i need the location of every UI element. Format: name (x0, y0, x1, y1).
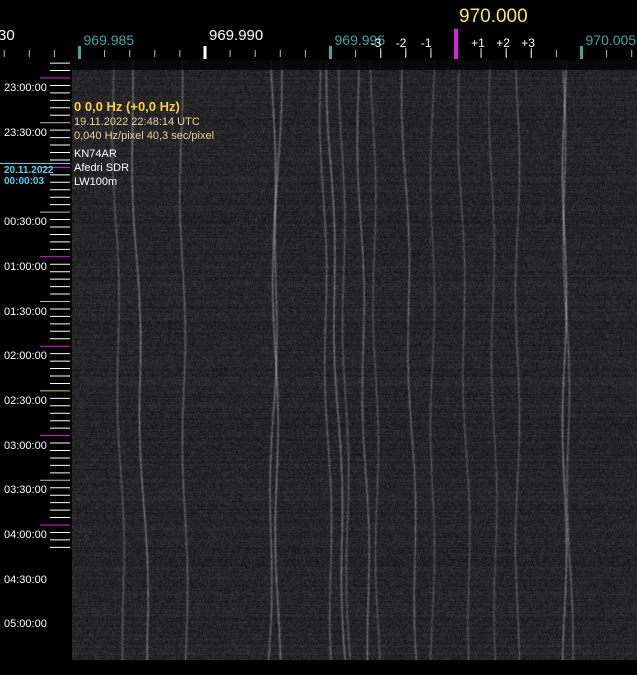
antenna-name: LW100m (74, 176, 118, 188)
time-label: 04:00:00 (4, 529, 47, 541)
time-label: 00:30:00 (4, 216, 47, 229)
offset-label: +1 (471, 36, 485, 50)
receiver-name: Afedri SDR (74, 162, 130, 174)
frequency-scale[interactable]: 969.985 969.990 969.995 970.005 30 970.000 -3-… (0, 0, 637, 60)
offset-label: -1 (420, 36, 432, 50)
freq-label: 969.985 (83, 32, 135, 48)
time-label: 04:30:00 (4, 573, 47, 586)
offset-label: +2 (496, 36, 510, 50)
station-callsign: KN74AR (74, 148, 117, 160)
offset-label: -2 (395, 36, 407, 50)
resolution-readout: 0,040 Hz/pixel 40,3 sec/pixel (74, 130, 215, 142)
capture-timestamp: 19.11.2022 22:48:14 UTC (74, 116, 200, 128)
center-frequency-label: 970.000 (459, 6, 528, 27)
freq-label: 970.005 (585, 32, 637, 48)
time-label: 02:30:00 (4, 394, 47, 407)
spectrogram-viewer: 969.985 969.990 969.995 970.005 30 970.000 -3-… (0, 0, 637, 675)
time-label: 23:00:00 (4, 82, 47, 94)
frequency-tick-marks (3, 29, 633, 59)
time-scale[interactable]: 23:00:00 23:30:00 00:30:00 01:00:00 01:30:00… (0, 60, 72, 675)
time-label: 23:30:00 (4, 126, 47, 139)
time-label: 03:30:00 (4, 484, 47, 497)
offset-label: -3 (370, 36, 382, 50)
date-marker-date: 20.11.2022 (4, 165, 54, 177)
time-label: 02:00:00 (4, 350, 47, 363)
freq-label: 969.990 (209, 27, 264, 44)
time-label: 01:00:00 (4, 260, 47, 273)
time-label: 05:00:00 (4, 618, 47, 631)
time-label: 03:00:00 (4, 439, 47, 452)
time-label: 01:30:00 (4, 305, 47, 318)
offset-label: +3 (521, 36, 535, 50)
info-overlay: 0 0,0 Hz (+0,0 Hz) 19.11.2022 22:48:14 U… (74, 99, 214, 189)
date-marker-time: 00:00:03 (4, 176, 45, 188)
cursor-frequency-readout: 0 0,0 Hz (+0,0 Hz) (74, 99, 180, 114)
freq-label-cut: 30 (0, 27, 15, 44)
